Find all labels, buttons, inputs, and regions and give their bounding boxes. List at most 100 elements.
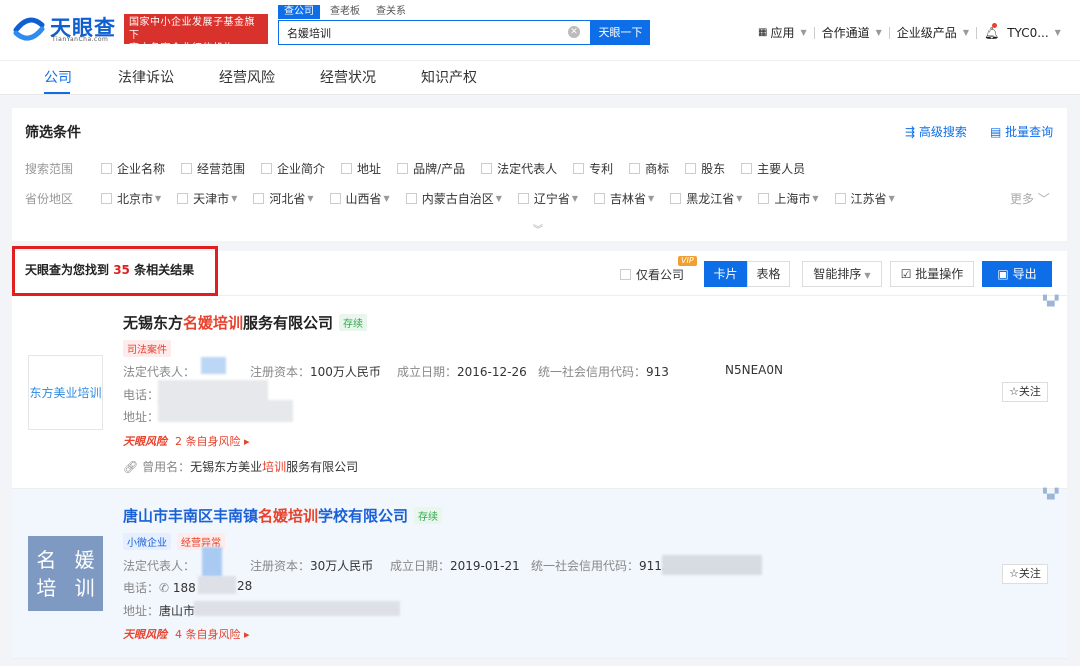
checkbox[interactable] [177,193,189,204]
region-option[interactable]: 天津市 ▼ [177,190,237,207]
scope-option[interactable]: 主要人员 [741,160,805,177]
sort-dropdown[interactable]: 智能排序 ▼ [802,261,882,287]
region-option[interactable]: 北京市 ▼ [101,190,161,207]
scope-label: 搜索范围 [25,162,74,176]
checkbox[interactable] [620,269,631,280]
scope-option[interactable]: 法定代表人 [481,160,557,177]
batch-operation-button[interactable]: ☑ 批量操作 [890,261,974,287]
qr-code-icon[interactable]: ▚▞ [1043,489,1063,509]
advanced-search-link[interactable]: ⇶ 高级搜索 [905,123,967,140]
redacted-credit-code [662,555,762,575]
checkbox[interactable] [685,163,697,174]
scope-option[interactable]: 股东 [685,160,725,177]
company-logo[interactable]: 东方美业培训 [28,355,103,430]
caret-down-icon: ▼ [307,194,314,203]
address-label: 地址： [123,410,160,424]
caret-down-icon: ▼ [875,28,882,37]
region-option[interactable]: 黑龙江省 ▼ [670,190,742,207]
region-row: 省份地区 北京市 ▼ 天津市 ▼ 河北省 ▼ 山西省 ▼ 内蒙古自治区 ▼ 辽宁省 ▼ 吉林… [25,190,911,207]
qr-code-icon[interactable]: ▚▞ [1043,296,1063,316]
tab-ip[interactable]: 知识产权 [421,67,477,87]
region-option[interactable]: 山西省 ▼ [329,190,390,207]
checkbox[interactable] [405,193,417,204]
checkbox[interactable] [670,193,682,204]
scope-option[interactable]: 经营范围 [181,160,245,177]
search-input[interactable] [287,24,547,41]
checkbox[interactable] [629,163,641,174]
date-label: 成立日期： [390,559,451,573]
region-option[interactable]: 上海市 ▼ [758,190,819,207]
clear-icon[interactable]: ✕ [568,26,580,38]
checkbox[interactable] [481,163,493,174]
checkbox[interactable] [101,163,112,174]
checkbox[interactable] [397,163,409,174]
apps-label: 应用 [770,26,795,40]
checkbox[interactable] [261,163,273,174]
enterprise-menu[interactable]: 企业级产品 ▼ [897,24,969,41]
checkbox[interactable] [181,163,193,174]
date-value: 2019-01-21 [450,559,520,573]
phone: 电话：✆ 188 [123,579,196,596]
region-option[interactable]: 内蒙古自治区 ▼ [405,190,502,207]
registered-capital: 注册资本：30万人民币 [250,557,373,574]
region-option[interactable]: 河北省 ▼ [253,190,314,207]
region-option[interactable]: 吉林省 ▼ [594,190,654,207]
checkbox[interactable] [341,163,353,174]
checkbox[interactable] [101,193,112,204]
only-company-filter[interactable]: 仅看公司 [620,266,684,283]
checkbox[interactable] [834,193,846,204]
tab-operation[interactable]: 经营状况 [320,67,376,87]
follow-button[interactable]: ☆关注 [1002,382,1048,402]
company-logo-text: 培 训 [36,575,101,600]
redacted-legal-rep [201,357,226,374]
tag-small-business[interactable]: 小微企业 [123,533,171,550]
search-tab-boss[interactable]: 查老板 [324,5,366,19]
follow-button[interactable]: ☆关注 [1002,564,1048,584]
expand-filter-button[interactable]: ︾ [510,221,566,241]
checkbox[interactable] [741,163,753,174]
checkbox[interactable] [594,193,606,204]
tab-risk[interactable]: 经营风险 [219,67,275,87]
table-view-button[interactable]: 表格 [747,261,790,287]
partner-menu[interactable]: 合作通道 ▼ [822,24,882,41]
checkbox[interactable] [758,193,770,204]
search-tab-relation[interactable]: 查关系 [370,5,412,19]
user-label: TYC0... [1007,25,1049,40]
scope-option[interactable]: 企业名称 [101,160,165,177]
region-option[interactable]: 江苏省 ▼ [834,190,895,207]
scope-option[interactable]: 专利 [573,160,613,177]
scope-option[interactable]: 企业简介 [261,160,325,177]
option-label: 经营范围 [197,162,246,176]
region-option[interactable]: 辽宁省 ▼ [517,190,578,207]
company-logo[interactable]: 名 媛 培 训 [28,536,103,611]
company-name[interactable]: 唐山市丰南区丰南镇 名媛培训 学校有限公司 存续 [123,505,443,526]
scope-option[interactable]: 商标 [629,160,669,177]
brand-logo[interactable]: 天眼查 TianYanCha.com [12,11,115,45]
company-tags: 司法案件 [123,340,171,357]
user-menu[interactable]: TYC0... ▼ [1007,26,1061,40]
checkbox[interactable] [253,193,265,204]
export-button[interactable]: ▣ 导出 [982,261,1052,287]
more-regions-button[interactable]: 更多 ﹀ [1010,190,1050,207]
checkbox[interactable] [573,163,585,174]
tag-judicial[interactable]: 司法案件 [123,340,171,357]
tab-company[interactable]: 公司 [44,67,72,87]
credit-code: 统一社会信用代码：9113 [531,557,670,574]
scope-option[interactable]: 地址 [341,160,381,177]
company-name[interactable]: 无锡东方 名媛培训 服务有限公司 存续 [123,312,368,333]
company-logo-text: 东方美业培训 [29,386,102,400]
risk-info[interactable]: 天眼风险 2 条自身风险 ▸ [123,433,250,449]
checkbox[interactable] [517,193,529,204]
scope-option[interactable]: 品牌/产品 [397,160,465,177]
checkbox[interactable] [329,193,341,204]
risk-info[interactable]: 天眼风险 4 条自身风险 ▸ [123,626,250,642]
redacted-address [158,400,293,422]
batch-query-link[interactable]: ▤ 批量查询 [990,123,1053,140]
apps-menu[interactable]: ▦ 应用 ▼ [758,24,807,41]
notification-bell[interactable]: 🔔︎ [984,22,999,40]
search-tab-company[interactable]: 查公司 [278,5,320,19]
search-button[interactable]: 天眼一下 [591,20,650,45]
former-name-part: 服务有限公司 [286,460,359,474]
card-view-button[interactable]: 卡片 [704,261,747,287]
tab-litigation[interactable]: 法律诉讼 [118,67,174,87]
